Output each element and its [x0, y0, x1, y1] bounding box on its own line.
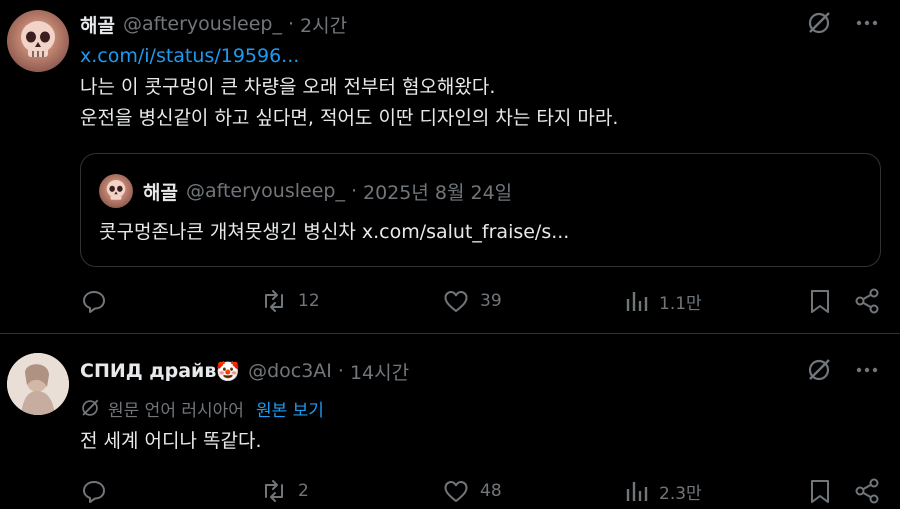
repost-button[interactable]: 2 [260, 475, 309, 507]
like-button[interactable]: 48 [442, 475, 502, 507]
skull-avatar-icon [106, 180, 126, 200]
reply-button[interactable] [80, 475, 118, 507]
view-count: 2.3만 [659, 483, 702, 504]
action-bar: 2 48 2.3만 [80, 475, 880, 507]
share-button[interactable] [853, 475, 881, 507]
separator: · [350, 180, 357, 202]
bookmark-icon [811, 290, 829, 313]
bookmark-button[interactable] [807, 475, 833, 507]
separator: · [287, 13, 294, 35]
quote-display-name: 해골 [143, 181, 178, 204]
translation-label: 원문 언어 러시아어 [108, 400, 244, 421]
avatar[interactable] [7, 10, 69, 72]
share-icon [855, 478, 879, 504]
like-icon [444, 481, 468, 502]
share-icon [855, 288, 879, 314]
like-icon [444, 291, 468, 312]
quote-text-main: 콧구멍존나큰 개쳐못생긴 병신차 [99, 221, 362, 243]
quote-avatar [99, 174, 133, 208]
display-name[interactable]: СПИД драйв [80, 360, 216, 382]
quote-date: 2025년 8월 24일 [363, 181, 513, 204]
repost-count: 2 [298, 481, 309, 501]
show-original-link[interactable]: 원본 보기 [256, 396, 324, 421]
like-count: 48 [480, 481, 502, 501]
like-count: 39 [480, 291, 502, 311]
more-icon[interactable] [854, 357, 880, 387]
skull-avatar-icon [21, 21, 55, 57]
repost-icon [265, 290, 283, 312]
translate-icon [82, 399, 99, 416]
bookmark-icon [811, 480, 829, 503]
views-button[interactable]: 2.3만 [625, 475, 702, 507]
bookmark-button[interactable] [807, 285, 833, 317]
tweet-text-line: 운전을 병신같이 하고 싶다면, 적어도 이딴 디자인의 차는 타지 마라. [80, 107, 619, 129]
tweet[interactable]: СПИД драйв 🤡 @doc3AI · 14시간 원문 언어 러시아어 원… [0, 335, 900, 509]
views-icon [626, 482, 648, 501]
tweet[interactable]: 해골 @afteryousleep_ · 2시간 x.com/i/status/… [0, 0, 900, 334]
clown-emoji: 🤡 [216, 360, 241, 383]
like-button[interactable]: 39 [442, 285, 502, 317]
grok-icon[interactable] [806, 10, 832, 40]
view-count: 1.1만 [659, 293, 702, 314]
display-name[interactable]: 해골 [80, 11, 115, 38]
separator: · [337, 360, 344, 382]
reply-icon [83, 291, 105, 313]
tweet-top-icons [806, 357, 880, 387]
reply-icon [83, 481, 105, 503]
status-link[interactable]: x.com/i/status/19596... [80, 45, 299, 67]
user-handle[interactable]: @afteryousleep_ [123, 13, 282, 35]
views-icon [626, 292, 648, 311]
share-button[interactable] [853, 285, 881, 317]
status-link-line: x.com/i/status/19596... [80, 41, 299, 72]
quote-header: 해골 @afteryousleep_ · 2025년 8월 24일 [143, 174, 512, 208]
repost-icon [265, 480, 283, 502]
reply-button[interactable] [80, 285, 118, 317]
translation-notice: 원문 언어 러시아어 원본 보기 [80, 395, 324, 421]
tweet-top-icons [806, 10, 880, 40]
more-icon[interactable] [854, 10, 880, 40]
tweet-text-line: 전 세계 어디나 똑같다. [80, 430, 262, 452]
timestamp[interactable]: 14시간 [350, 358, 409, 385]
repost-count: 12 [298, 291, 320, 311]
quote-text-link[interactable]: x.com/salut_fraise/s... [362, 221, 570, 243]
avatar[interactable] [7, 353, 69, 415]
repost-button[interactable]: 12 [260, 285, 320, 317]
tweet-header: СПИД драйв 🤡 @doc3AI · 14시간 [80, 355, 409, 387]
grok-icon[interactable] [806, 357, 832, 387]
user-photo-icon [7, 353, 69, 415]
quote-user-handle: @afteryousleep_ [185, 180, 345, 202]
quote-text: 콧구멍존나큰 개쳐못생긴 병신차 x.com/salut_fraise/s... [99, 217, 569, 248]
action-bar: 12 39 1.1만 [80, 285, 880, 317]
user-handle[interactable]: @doc3AI [248, 360, 332, 382]
views-button[interactable]: 1.1만 [625, 285, 702, 317]
timestamp[interactable]: 2시간 [300, 11, 347, 38]
quote-tweet[interactable]: 해골 @afteryousleep_ · 2025년 8월 24일 콧구멍존나큰… [80, 153, 881, 267]
tweet-text-line: 나는 이 콧구멍이 큰 차량을 오래 전부터 혐오해왔다. [80, 76, 496, 98]
tweet-header: 해골 @afteryousleep_ · 2시간 [80, 8, 347, 40]
